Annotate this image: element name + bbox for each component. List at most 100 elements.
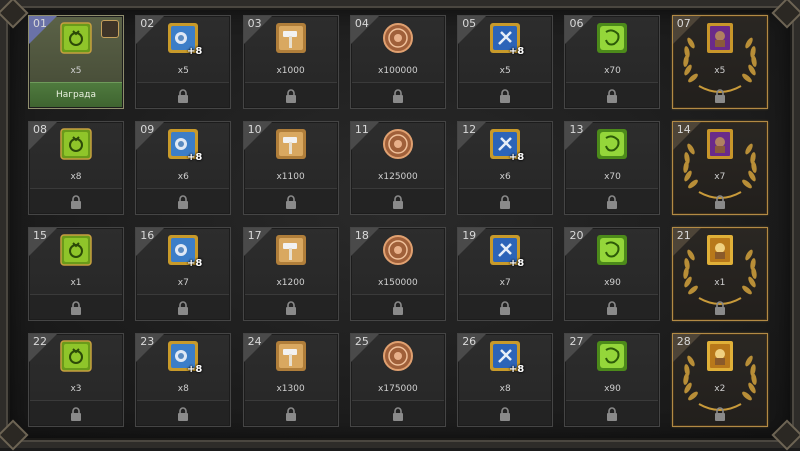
day-number: 19	[462, 229, 477, 242]
green-scroll-icon[interactable]	[60, 340, 92, 372]
bronze-coin-icon[interactable]	[382, 22, 414, 54]
blue-card-plus8-icon[interactable]: +8	[489, 22, 524, 57]
purple-card-icon[interactable]	[704, 22, 736, 54]
green-parchment-icon[interactable]	[596, 234, 628, 266]
reward-cell-day-21: 21 x1	[671, 227, 768, 321]
green-scroll-icon[interactable]	[60, 128, 92, 160]
day-number: 03	[247, 17, 262, 30]
reward-quantity: x6	[499, 172, 511, 182]
bronze-coin-icon[interactable]	[382, 128, 414, 160]
green-parchment-icon[interactable]	[596, 340, 628, 372]
locked-bar	[566, 188, 659, 213]
green-parchment-icon[interactable]	[596, 128, 628, 160]
reward-quantity: x1	[714, 278, 726, 288]
gold-card-icon[interactable]	[704, 234, 736, 266]
day-number: 21	[676, 229, 691, 242]
reward-quantity: x2	[714, 384, 726, 394]
reward-quantity: x90	[604, 278, 621, 288]
reward-quantity: x3	[70, 384, 82, 394]
reward-cell-day-28: 28 x2	[671, 333, 768, 427]
locked-bar	[674, 295, 766, 319]
reward-quantity: x5	[714, 66, 726, 76]
reward-quantity: x1300	[276, 384, 305, 394]
reward-cell-day-18: 18 x150000	[349, 227, 446, 321]
locked-bar	[351, 400, 444, 425]
locked-bar	[244, 188, 337, 213]
blue-tome-plus8-icon[interactable]: +8	[167, 234, 203, 269]
locked-bar	[566, 400, 659, 425]
reward-cell-day-10: 10 x1100	[242, 121, 339, 215]
lock-icon	[285, 88, 297, 103]
reward-quantity: x5	[70, 66, 82, 76]
reward-cell-day-01[interactable]: 01 x5 Награда	[28, 15, 124, 109]
day-number: 26	[462, 335, 477, 348]
reward-cell-day-23: 23 +8 x8	[135, 333, 232, 427]
upgrade-level-label: +8	[186, 46, 203, 57]
hammer-tool-icon[interactable]	[275, 22, 307, 54]
blue-card-plus8-icon[interactable]: +8	[489, 340, 525, 375]
lock-icon	[714, 194, 726, 209]
hammer-tool-icon[interactable]	[275, 128, 307, 160]
day-number: 24	[247, 335, 262, 348]
lock-icon	[499, 194, 511, 209]
locked-bar	[244, 294, 337, 319]
reward-cell-day-07: 07 x5	[671, 15, 768, 109]
daily-rewards-grid: 01 x5 Награда 02 +8 x5 03 x1000 04 x100000 05 +8 x5 0…	[28, 15, 774, 435]
reward-quantity: x90	[604, 384, 621, 394]
day-number: 25	[354, 335, 369, 348]
reward-quantity: x8	[70, 172, 82, 182]
reward-quantity: x1100	[276, 172, 305, 182]
blue-tome-plus8-icon[interactable]: +8	[167, 22, 203, 57]
day-number: 11	[354, 123, 369, 136]
locked-bar	[30, 294, 122, 319]
locked-bar	[137, 294, 230, 319]
reward-quantity: x70	[604, 172, 621, 182]
reward-quantity: x8	[177, 384, 189, 394]
lock-icon	[177, 88, 189, 103]
day-number: 16	[140, 229, 155, 242]
bronze-coin-icon[interactable]	[382, 234, 414, 266]
bronze-coin-icon[interactable]	[382, 340, 414, 372]
day-number: 12	[462, 123, 477, 136]
day-number: 09	[140, 123, 155, 136]
locked-bar	[351, 82, 444, 107]
reward-quantity: x70	[604, 66, 621, 76]
green-scroll-icon[interactable]	[60, 234, 92, 266]
locked-bar	[30, 400, 122, 425]
lock-icon	[392, 194, 404, 209]
upgrade-level-label: +8	[508, 152, 525, 163]
frame-corner-ornament	[771, 0, 800, 29]
blue-card-plus8-icon[interactable]: +8	[489, 128, 525, 163]
lock-icon	[499, 88, 511, 103]
reward-cell-day-02: 02 +8 x5	[135, 15, 232, 109]
day-number: 10	[247, 123, 262, 136]
day-number: 02	[140, 17, 155, 30]
locked-bar	[137, 188, 230, 213]
purple-card-icon[interactable]	[704, 128, 736, 160]
reward-cell-day-05: 05 +8 x5	[457, 15, 554, 109]
blue-card-plus8-icon[interactable]: +8	[489, 234, 525, 269]
gold-card-icon[interactable]	[704, 340, 736, 372]
reward-quantity: x8	[499, 384, 511, 394]
reward-quantity: x7	[714, 172, 726, 182]
blue-tome-plus8-icon[interactable]: +8	[167, 128, 202, 163]
hammer-tool-icon[interactable]	[275, 340, 307, 372]
hammer-tool-icon[interactable]	[275, 234, 307, 266]
upgrade-level-label: +8	[508, 364, 525, 375]
locked-bar	[674, 189, 766, 213]
lock-icon	[285, 300, 297, 315]
locked-bar	[244, 82, 337, 107]
day-number: 27	[569, 335, 584, 348]
reward-quantity: x100000	[378, 66, 418, 76]
reward-quantity: x6	[177, 172, 189, 182]
locked-bar	[137, 400, 230, 425]
reward-quantity: x5	[499, 66, 511, 76]
green-parchment-icon[interactable]	[596, 22, 628, 54]
locked-bar	[351, 294, 444, 319]
green-scroll-icon[interactable]	[60, 22, 92, 54]
day-number: 01	[33, 17, 47, 30]
upgrade-level-label: +8	[186, 258, 203, 269]
claim-reward-button[interactable]: Награда	[30, 82, 122, 107]
upgrade-level-label: +8	[508, 258, 525, 269]
blue-tome-plus8-icon[interactable]: +8	[167, 340, 202, 375]
